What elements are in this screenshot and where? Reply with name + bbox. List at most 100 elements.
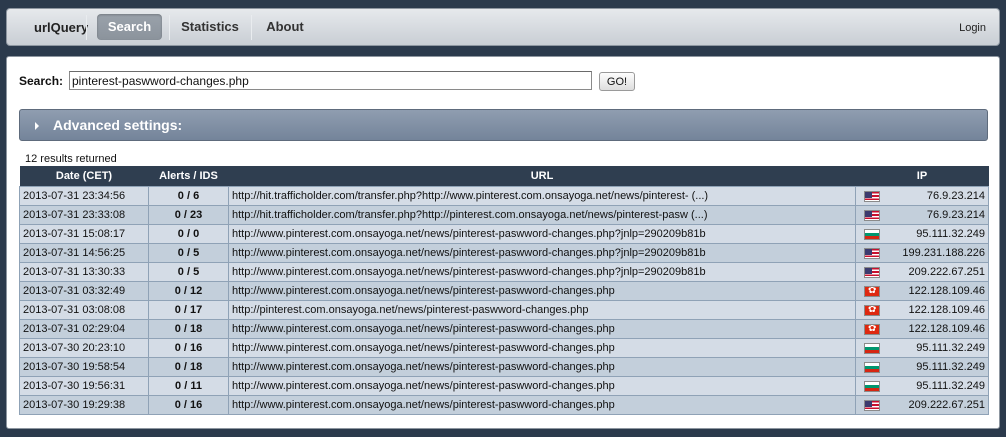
url-link[interactable]: http://www.pinterest.com.onsayoga.net/ne… [232,380,615,392]
cell-alerts: 0 / 5 [148,242,229,263]
table-row[interactable]: 2013-07-31 13:30:33 0 / 5 http://www.pinte… [19,261,989,282]
ip-address: 209.222.67.251 [908,398,985,411]
tab-statistics[interactable]: Statistics [175,14,245,40]
column-header-url[interactable]: URL [228,166,856,186]
column-header-alerts[interactable]: Alerts / IDS [148,166,229,186]
cell-url: http://www.pinterest.com.onsayoga.net/ne… [228,394,856,415]
cell-alerts: 0 / 5 [148,261,229,282]
login-link[interactable]: Login [959,22,986,34]
cell-ip: 95.111.32.249 [855,337,989,358]
url-link[interactable]: http://www.pinterest.com.onsayoga.net/ne… [232,266,706,278]
hk-flag-icon [864,304,880,316]
table-row[interactable]: 2013-07-30 19:29:38 0 / 16 http://www.pint… [19,394,989,415]
column-header-date[interactable]: Date (CET) [19,166,149,186]
cell-ip: 95.111.32.249 [855,223,989,244]
url-link[interactable]: http://www.pinterest.com.onsayoga.net/ne… [232,361,615,373]
go-button[interactable]: GO! [599,72,635,91]
cell-date: 2013-07-31 02:29:04 [19,318,149,339]
cell-ip: 76.9.23.214 [855,204,989,225]
url-link[interactable]: http://www.pinterest.com.onsayoga.net/ne… [232,285,615,297]
column-header-ip[interactable]: IP [855,166,989,186]
table-row[interactable]: 2013-07-30 20:23:10 0 / 16 http://www.pint… [19,337,989,358]
cell-date: 2013-07-31 03:08:08 [19,299,149,320]
ip-address: 95.111.32.249 [916,341,985,354]
bg-flag-icon [864,342,880,354]
cell-url: http://www.pinterest.com.onsayoga.net/ne… [228,337,856,358]
url-link[interactable]: http://www.pinterest.com.onsayoga.net/ne… [232,228,706,240]
advanced-settings-toggle[interactable]: Advanced settings: [19,109,988,141]
results-count: 12 results returned [25,153,117,165]
cell-ip: 95.111.32.249 [855,356,989,377]
table-row[interactable]: 2013-07-31 02:29:04 0 / 18 http://www.pint… [19,318,989,339]
bg-flag-icon [864,380,880,392]
bg-flag-icon [864,228,880,240]
cell-url: http://pinterest.com.onsayoga.net/news/p… [228,299,856,320]
url-link[interactable]: http://www.pinterest.com.onsayoga.net/ne… [232,342,615,354]
tab-about[interactable]: About [259,14,311,40]
cell-alerts: 0 / 6 [148,185,229,206]
cell-ip: 95.111.32.249 [855,375,989,396]
table-row[interactable]: 2013-07-31 23:33:08 0 / 23 http://hit.traf… [19,204,989,225]
table-row[interactable]: 2013-07-31 03:08:08 0 / 17 http://pinteres… [19,299,989,320]
cell-date: 2013-07-30 19:56:31 [19,375,149,396]
ip-address: 209.222.67.251 [908,265,985,278]
cell-alerts: 0 / 18 [148,318,229,339]
cell-date: 2013-07-31 15:08:17 [19,223,149,244]
nav-divider [86,15,87,40]
url-link[interactable]: http://pinterest.com.onsayoga.net/news/p… [232,304,588,316]
table-row[interactable]: 2013-07-30 19:58:54 0 / 18 http://www.pint… [19,356,989,377]
cell-date: 2013-07-30 20:23:10 [19,337,149,358]
table-row[interactable]: 2013-07-31 23:34:56 0 / 6 http://hit.traff… [19,185,989,206]
cell-alerts: 0 / 16 [148,394,229,415]
ip-address: 76.9.23.214 [926,189,985,202]
ip-address: 95.111.32.249 [916,227,985,240]
ip-address: 76.9.23.214 [926,208,985,221]
search-input[interactable] [69,71,592,90]
cell-url: http://www.pinterest.com.onsayoga.net/ne… [228,223,856,244]
cell-date: 2013-07-31 23:34:56 [19,185,149,206]
us-flag-icon [864,247,880,259]
url-link[interactable]: http://www.pinterest.com.onsayoga.net/ne… [232,247,706,259]
cell-url: http://www.pinterest.com.onsayoga.net/ne… [228,280,856,301]
url-link[interactable]: http://hit.trafficholder.com/transfer.ph… [232,190,708,202]
top-navbar: urlQuery Search Statistics About Login [6,8,1000,46]
cell-alerts: 0 / 12 [148,280,229,301]
nav-divider [251,15,252,40]
ip-address: 199.231.188.226 [902,246,985,259]
cell-url: http://www.pinterest.com.onsayoga.net/ne… [228,356,856,377]
cell-alerts: 0 / 18 [148,356,229,377]
table-row[interactable]: 2013-07-31 03:32:49 0 / 12 http://www.pint… [19,280,989,301]
brand-logo[interactable]: urlQuery [34,20,88,35]
search-label: Search: [19,74,64,88]
us-flag-icon [864,190,880,202]
bg-flag-icon [864,361,880,373]
cell-alerts: 0 / 17 [148,299,229,320]
cell-date: 2013-07-30 19:58:54 [19,356,149,377]
cell-date: 2013-07-31 13:30:33 [19,261,149,282]
ip-address: 122.128.109.46 [908,284,985,297]
cell-ip: 209.222.67.251 [855,261,989,282]
url-link[interactable]: http://hit.trafficholder.com/transfer.ph… [232,209,708,221]
cell-alerts: 0 / 0 [148,223,229,244]
cell-url: http://www.pinterest.com.onsayoga.net/ne… [228,318,856,339]
cell-date: 2013-07-31 03:32:49 [19,280,149,301]
url-link[interactable]: http://www.pinterest.com.onsayoga.net/ne… [232,399,615,411]
tab-search[interactable]: Search [97,14,162,40]
content-panel: Search: GO! Advanced settings: 12 result… [6,56,1000,429]
cell-ip: 122.128.109.46 [855,299,989,320]
us-flag-icon [864,266,880,278]
table-row[interactable]: 2013-07-30 19:56:31 0 / 11 http://www.pint… [19,375,989,396]
advanced-settings-label: Advanced settings: [53,117,183,133]
table-row[interactable]: 2013-07-31 15:08:17 0 / 0 http://www.pinte… [19,223,989,244]
cell-url: http://www.pinterest.com.onsayoga.net/ne… [228,242,856,263]
cell-alerts: 0 / 16 [148,337,229,358]
cell-url: http://www.pinterest.com.onsayoga.net/ne… [228,261,856,282]
url-link[interactable]: http://www.pinterest.com.onsayoga.net/ne… [232,323,615,335]
cell-ip: 209.222.67.251 [855,394,989,415]
triangle-right-icon [35,122,39,130]
table-row[interactable]: 2013-07-31 14:56:25 0 / 5 http://www.pinte… [19,242,989,263]
cell-ip: 122.128.109.46 [855,280,989,301]
cell-alerts: 0 / 23 [148,204,229,225]
cell-url: http://hit.trafficholder.com/transfer.ph… [228,204,856,225]
cell-ip: 199.231.188.226 [855,242,989,263]
